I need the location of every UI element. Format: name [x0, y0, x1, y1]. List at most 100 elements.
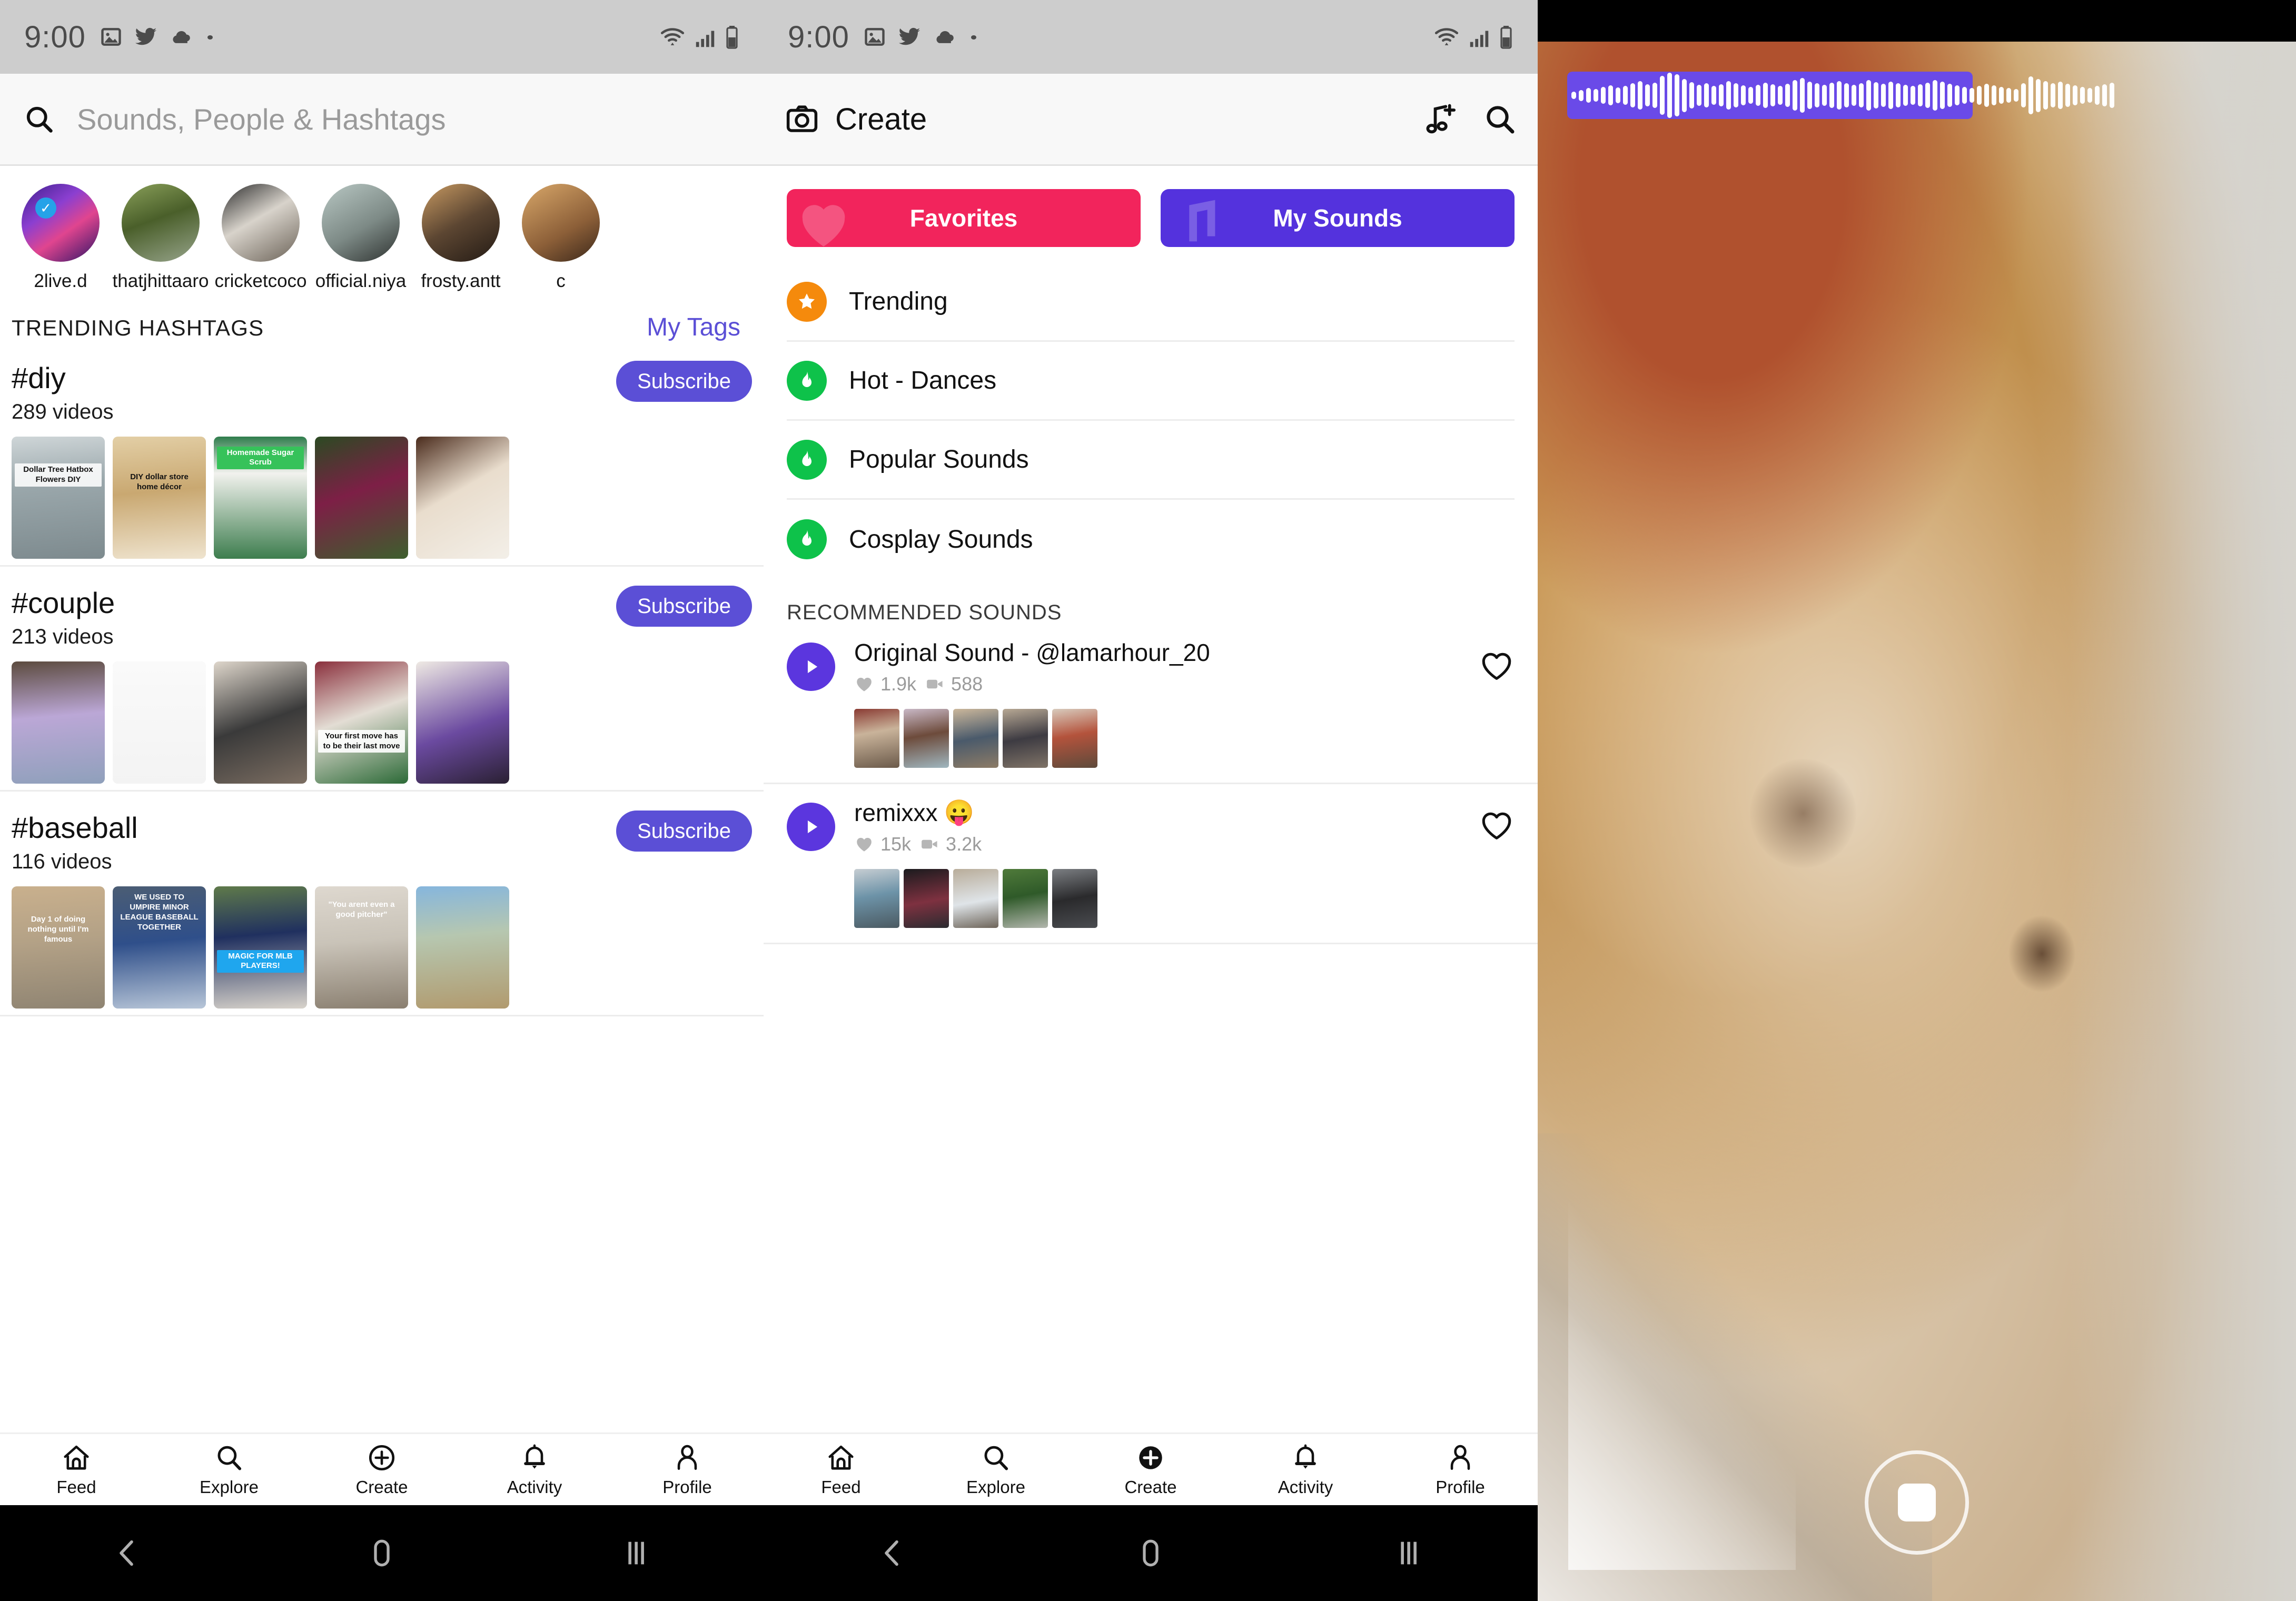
- recommended-sounds-list: Original Sound - @lamarhour_20 1.9k 588 …: [764, 625, 1538, 944]
- search-bar[interactable]: Sounds, People & Hashtags: [0, 74, 764, 166]
- sound-video-thumbnail[interactable]: [1052, 869, 1097, 928]
- sound-category-hot-dances[interactable]: Hot - Dances: [787, 342, 1515, 421]
- avatar[interactable]: [322, 184, 400, 262]
- waveform-bar: [2028, 76, 2033, 114]
- explore-tab-explore[interactable]: Explore: [153, 1442, 305, 1497]
- subscribe-button[interactable]: Subscribe: [616, 811, 752, 852]
- camera-preview[interactable]: [1538, 42, 2296, 1601]
- heart-solid-icon: [857, 837, 872, 852]
- video-thumbnail[interactable]: Your first move has to be their last mov…: [315, 661, 408, 784]
- sound-row[interactable]: remixxx 😛 15k 3.2k: [764, 784, 1538, 944]
- sound-video-thumbnail[interactable]: [953, 709, 998, 768]
- suggested-user-cricketcoco[interactable]: cricketcoco: [211, 184, 311, 292]
- recents-bars-icon[interactable]: [619, 1536, 653, 1570]
- create-tab-explore[interactable]: Explore: [918, 1442, 1073, 1497]
- video-thumbnail[interactable]: [416, 886, 509, 1009]
- video-thumbnail[interactable]: [416, 661, 509, 784]
- video-thumbnail[interactable]: [315, 437, 408, 559]
- sound-category-list[interactable]: Trending Hot - Dances Popular Sounds Cos…: [764, 263, 1538, 579]
- explore-tab-create[interactable]: Create: [305, 1442, 458, 1497]
- favorites-tab[interactable]: Favorites: [787, 189, 1141, 247]
- sound-video-thumbnail[interactable]: [854, 869, 899, 928]
- sound-video-thumbnail[interactable]: [854, 709, 899, 768]
- play-button[interactable]: [787, 643, 835, 691]
- home-pill-icon[interactable]: [1134, 1536, 1167, 1570]
- video-thumbnail[interactable]: [416, 437, 509, 559]
- create-tab-profile[interactable]: Profile: [1383, 1442, 1538, 1497]
- hashtag-name[interactable]: #baseball: [12, 811, 138, 845]
- sound-video-thumbnail[interactable]: [1003, 709, 1048, 768]
- waveform-bars: [1567, 72, 2114, 119]
- android-nav-bar[interactable]: [0, 1505, 764, 1601]
- hashtag-thumbnail-row[interactable]: Dollar Tree Hatbox Flowers DIY DIY dollar…: [0, 424, 764, 559]
- avatar[interactable]: [422, 184, 500, 262]
- waveform-bar: [1616, 87, 1620, 103]
- hashtag-name[interactable]: #diy: [12, 361, 113, 395]
- sound-video-thumbnail[interactable]: [953, 869, 998, 928]
- video-thumbnail[interactable]: Homemade Sugar Scrub: [214, 437, 307, 559]
- video-thumbnail[interactable]: MAGIC FOR MLB PLAYERS!: [214, 886, 307, 1009]
- my-tags-link[interactable]: My Tags: [647, 313, 752, 342]
- explore-tab-profile[interactable]: Profile: [611, 1442, 764, 1497]
- hashtag-thumbnail-row[interactable]: Day 1 of doing nothing until I'm famous …: [0, 874, 764, 1009]
- back-chevron-icon[interactable]: [876, 1536, 909, 1570]
- create-tab-activity[interactable]: Activity: [1228, 1442, 1383, 1497]
- my-sounds-tab[interactable]: My Sounds: [1161, 189, 1515, 247]
- video-thumbnail[interactable]: Day 1 of doing nothing until I'm famous: [12, 886, 105, 1009]
- hashtag-name[interactable]: #couple: [12, 586, 115, 620]
- video-thumbnail[interactable]: "You arent even a good pitcher": [315, 886, 408, 1009]
- sound-video-thumbnail[interactable]: [1052, 709, 1097, 768]
- sound-row[interactable]: Original Sound - @lamarhour_20 1.9k 588: [764, 625, 1538, 784]
- suggested-user-official.niya[interactable]: official.niya: [311, 184, 411, 292]
- create-tab-feed[interactable]: Feed: [764, 1442, 918, 1497]
- subscribe-button[interactable]: Subscribe: [616, 361, 752, 402]
- search-icon[interactable]: [1483, 102, 1517, 136]
- video-thumbnail[interactable]: Dollar Tree Hatbox Flowers DIY: [12, 437, 105, 559]
- sound-category-popular-sounds[interactable]: Popular Sounds: [787, 421, 1515, 500]
- avatar[interactable]: [122, 184, 200, 262]
- explore-tab-activity[interactable]: Activity: [458, 1442, 611, 1497]
- waveform-bar: [1970, 88, 1974, 103]
- video-thumbnail[interactable]: [12, 661, 105, 784]
- sound-thumbnail-row[interactable]: [787, 695, 1515, 783]
- suggested-users-row[interactable]: ✓ 2live.d thatjhittaaro cricketcoco offi…: [0, 166, 764, 292]
- suggested-user-2live.d[interactable]: ✓ 2live.d: [11, 184, 111, 292]
- camera-icon[interactable]: [785, 102, 819, 136]
- record-button[interactable]: [1865, 1450, 1969, 1555]
- sound-video-thumbnail[interactable]: [904, 709, 949, 768]
- favorite-button[interactable]: [1479, 648, 1515, 686]
- video-thumbnail[interactable]: WE USED TO UMPIRE MINOR LEAGUE BASEBALL …: [113, 886, 206, 1009]
- subscribe-button[interactable]: Subscribe: [616, 586, 752, 627]
- suggested-user-c[interactable]: c: [511, 184, 611, 292]
- suggested-user-frosty.antt[interactable]: frosty.antt: [411, 184, 511, 292]
- favorite-button[interactable]: [1479, 807, 1515, 846]
- play-button[interactable]: [787, 802, 835, 851]
- hashtag-thumbnail-row[interactable]: Your first move has to be their last mov…: [0, 649, 764, 784]
- back-chevron-icon[interactable]: [111, 1536, 144, 1570]
- avatar[interactable]: ✓: [22, 184, 100, 262]
- sound-thumbnail-row[interactable]: [787, 855, 1515, 943]
- sound-video-thumbnail[interactable]: [904, 869, 949, 928]
- sound-category-cosplay-sounds[interactable]: Cosplay Sounds: [787, 500, 1515, 579]
- recents-bars-icon[interactable]: [1392, 1536, 1426, 1570]
- video-thumbnail[interactable]: [214, 661, 307, 784]
- home-pill-icon[interactable]: [365, 1536, 399, 1570]
- bottom-tab-bar-explore[interactable]: Feed Explore Create Activity Profile: [0, 1432, 764, 1505]
- waveform-bar: [1719, 84, 1724, 106]
- bottom-tab-bar-create[interactable]: Feed Explore Create Activity Profile: [764, 1432, 1538, 1505]
- video-thumbnail[interactable]: [113, 661, 206, 784]
- sound-source-segments[interactable]: Favorites My Sounds: [764, 166, 1538, 247]
- suggested-user-thatjhittaaro[interactable]: thatjhittaaro: [111, 184, 211, 292]
- sound-video-thumbnail[interactable]: [1003, 869, 1048, 928]
- explore-tab-feed[interactable]: Feed: [0, 1442, 153, 1497]
- star-icon: [799, 293, 815, 309]
- avatar[interactable]: [522, 184, 600, 262]
- sound-category-trending[interactable]: Trending: [787, 263, 1515, 342]
- audio-waveform[interactable]: [1567, 72, 2296, 119]
- search-input[interactable]: Sounds, People & Hashtags: [77, 102, 446, 136]
- video-thumbnail[interactable]: DIY dollar store home décor: [113, 437, 206, 559]
- music-add-icon[interactable]: [1422, 101, 1458, 137]
- avatar[interactable]: [222, 184, 300, 262]
- create-tab-create[interactable]: Create: [1073, 1442, 1228, 1497]
- android-nav-bar[interactable]: [764, 1505, 1538, 1601]
